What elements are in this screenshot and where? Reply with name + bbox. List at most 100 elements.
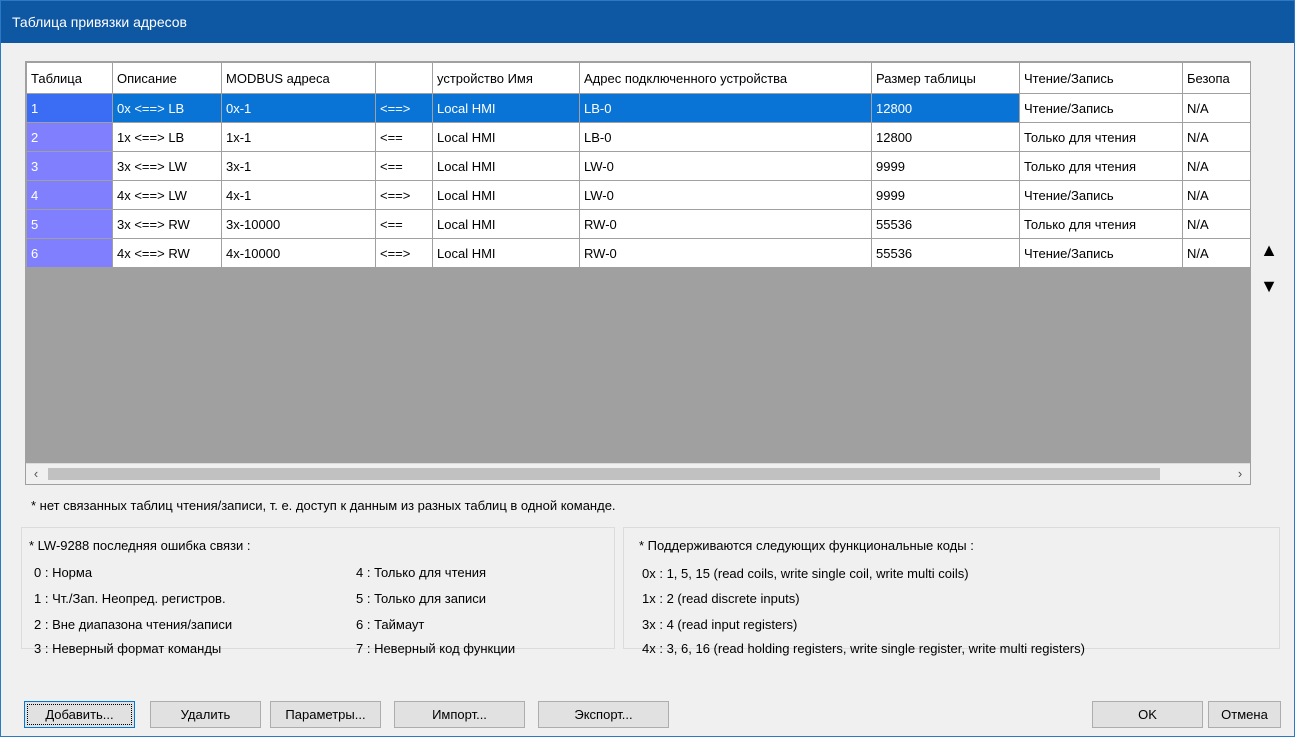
cell-read-write[interactable]: Чтение/Запись	[1019, 93, 1183, 123]
table-row[interactable]: 2 1x <==> LB 1x-1 <== Local HMI LB-0 128…	[26, 122, 1250, 152]
col-header-table[interactable]: Таблица	[26, 62, 113, 94]
cell-security[interactable]: N/A	[1182, 122, 1250, 152]
col-header-device-name[interactable]: устройство Имя	[432, 62, 580, 94]
cell-modbus-address[interactable]: 4x-1	[221, 180, 376, 210]
parameters-button[interactable]: Параметры...	[270, 701, 381, 728]
horizontal-scrollbar[interactable]: ‹ ›	[26, 463, 1250, 484]
scroll-right-icon[interactable]: ›	[1230, 464, 1250, 484]
cell-device-address[interactable]: LB-0	[579, 93, 872, 123]
cell-device-name[interactable]: Local HMI	[432, 151, 580, 181]
triangle-down-icon: ▼	[1260, 276, 1278, 296]
cell-security[interactable]: N/A	[1182, 238, 1250, 268]
cell-direction[interactable]: <==>	[375, 93, 433, 123]
cell-device-address[interactable]: LW-0	[579, 180, 872, 210]
add-button[interactable]: Добавить...	[24, 701, 135, 728]
cell-device-address[interactable]: RW-0	[579, 238, 872, 268]
cell-index[interactable]: 6	[26, 238, 113, 268]
export-button-label: Экспорт...	[574, 707, 633, 722]
function-codes-group: * Поддерживаются следующих функциональны…	[623, 527, 1280, 656]
table-row[interactable]: 1 0x <==> LB 0x-1 <==> Local HMI LB-0 12…	[26, 93, 1250, 123]
cell-read-write[interactable]: Только для чтения	[1019, 151, 1183, 181]
cell-direction[interactable]: <==	[375, 122, 433, 152]
last-error-title: * LW-9288 последняя ошибка связи :	[29, 538, 251, 553]
table-row[interactable]: 3 3x <==> LW 3x-1 <== Local HMI LW-0 999…	[26, 151, 1250, 181]
cell-security[interactable]: N/A	[1182, 151, 1250, 181]
triangle-up-icon: ▲	[1260, 240, 1278, 260]
scrollbar-thumb[interactable]	[48, 468, 1160, 480]
cell-modbus-address[interactable]: 0x-1	[221, 93, 376, 123]
import-button[interactable]: Импорт...	[394, 701, 525, 728]
error-item: 4 : Только для чтения	[356, 565, 487, 580]
linked-tables-note: * нет связанных таблиц чтения/записи, т.…	[31, 498, 616, 513]
col-header-security[interactable]: Безопа	[1182, 62, 1250, 94]
window-title: Таблица привязки адресов	[12, 14, 187, 30]
cell-table-size[interactable]: 55536	[871, 209, 1020, 239]
grid-header-row: Таблица Описание MODBUS адреса устройств…	[26, 62, 1250, 94]
cell-direction[interactable]: <==	[375, 209, 433, 239]
cell-description[interactable]: 0x <==> LB	[112, 93, 222, 123]
cell-direction[interactable]: <==	[375, 151, 433, 181]
table-row[interactable]: 4 4x <==> LW 4x-1 <==> Local HMI LW-0 99…	[26, 180, 1250, 210]
ok-button[interactable]: OK	[1092, 701, 1203, 728]
move-down-button[interactable]: ▼	[1259, 275, 1279, 297]
error-item: 3 : Неверный формат команды	[34, 641, 222, 656]
table-row[interactable]: 5 3x <==> RW 3x-10000 <== Local HMI RW-0…	[26, 209, 1250, 239]
cell-index[interactable]: 1	[26, 93, 113, 123]
cell-description[interactable]: 3x <==> RW	[112, 209, 222, 239]
table-row[interactable]: 6 4x <==> RW 4x-10000 <==> Local HMI RW-…	[26, 238, 1250, 268]
cell-read-write[interactable]: Только для чтения	[1019, 122, 1183, 152]
cell-description[interactable]: 1x <==> LB	[112, 122, 222, 152]
export-button[interactable]: Экспорт...	[538, 701, 669, 728]
error-item: 7 : Неверный код функции	[356, 641, 516, 656]
cell-security[interactable]: N/A	[1182, 180, 1250, 210]
cell-modbus-address[interactable]: 3x-10000	[221, 209, 376, 239]
cell-read-write[interactable]: Только для чтения	[1019, 209, 1183, 239]
mapping-table: Таблица Описание MODBUS адреса устройств…	[26, 62, 1250, 268]
col-header-table-size[interactable]: Размер таблицы	[871, 62, 1020, 94]
error-item: 0 : Норма	[34, 565, 93, 580]
cell-direction[interactable]: <==>	[375, 180, 433, 210]
cell-security[interactable]: N/A	[1182, 93, 1250, 123]
col-header-modbus-address[interactable]: MODBUS адреса	[221, 62, 376, 94]
cell-modbus-address[interactable]: 1x-1	[221, 122, 376, 152]
cell-description[interactable]: 4x <==> LW	[112, 180, 222, 210]
cell-device-name[interactable]: Local HMI	[432, 238, 580, 268]
cell-table-size[interactable]: 9999	[871, 151, 1020, 181]
col-header-description[interactable]: Описание	[112, 62, 222, 94]
cell-description[interactable]: 4x <==> RW	[112, 238, 222, 268]
error-item: 5 : Только для записи	[356, 591, 487, 606]
cell-table-size[interactable]: 12800	[871, 93, 1020, 123]
cell-description[interactable]: 3x <==> LW	[112, 151, 222, 181]
cell-device-name[interactable]: Local HMI	[432, 93, 580, 123]
cell-security[interactable]: N/A	[1182, 209, 1250, 239]
col-header-direction[interactable]	[375, 62, 433, 94]
cell-device-name[interactable]: Local HMI	[432, 180, 580, 210]
function-code-item: 3x : 4 (read input registers)	[642, 617, 798, 632]
cell-device-address[interactable]: RW-0	[579, 209, 872, 239]
cell-index[interactable]: 5	[26, 209, 113, 239]
focus-rectangle	[27, 704, 132, 725]
cell-device-address[interactable]: LW-0	[579, 151, 872, 181]
cell-index[interactable]: 4	[26, 180, 113, 210]
move-up-button[interactable]: ▲	[1259, 239, 1279, 261]
cell-table-size[interactable]: 9999	[871, 180, 1020, 210]
cell-read-write[interactable]: Чтение/Запись	[1019, 180, 1183, 210]
cancel-button[interactable]: Отмена	[1208, 701, 1281, 728]
cell-modbus-address[interactable]: 4x-10000	[221, 238, 376, 268]
cell-device-address[interactable]: LB-0	[579, 122, 872, 152]
scroll-left-icon[interactable]: ‹	[26, 464, 46, 484]
dialog-client: Таблица Описание MODBUS адреса устройств…	[1, 43, 1294, 736]
cell-table-size[interactable]: 55536	[871, 238, 1020, 268]
cell-read-write[interactable]: Чтение/Запись	[1019, 238, 1183, 268]
function-codes-title: * Поддерживаются следующих функциональны…	[639, 538, 974, 553]
cell-table-size[interactable]: 12800	[871, 122, 1020, 152]
cell-index[interactable]: 3	[26, 151, 113, 181]
cell-index[interactable]: 2	[26, 122, 113, 152]
cell-device-name[interactable]: Local HMI	[432, 209, 580, 239]
col-header-device-address[interactable]: Адрес подключенного устройства	[579, 62, 872, 94]
cell-device-name[interactable]: Local HMI	[432, 122, 580, 152]
col-header-read-write[interactable]: Чтение/Запись	[1019, 62, 1183, 94]
delete-button[interactable]: Удалить	[150, 701, 261, 728]
cell-modbus-address[interactable]: 3x-1	[221, 151, 376, 181]
cell-direction[interactable]: <==>	[375, 238, 433, 268]
